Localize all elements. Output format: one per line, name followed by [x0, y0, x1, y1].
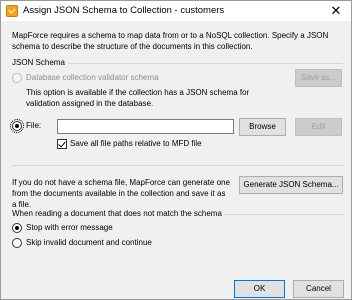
assign-json-schema-dialog: Assign JSON Schema to Collection - custo…: [0, 0, 352, 300]
cancel-button[interactable]: Cancel: [293, 280, 344, 298]
file-label: File:: [26, 121, 42, 130]
edit-button[interactable]: Edit: [295, 118, 342, 136]
generate-note: If you do not have a schema file, MapFor…: [12, 178, 230, 209]
mapforce-app-icon: [6, 5, 18, 17]
db-validator-note: This option is available if the collecti…: [26, 88, 250, 108]
dialog-title: Assign JSON Schema to Collection - custo…: [23, 5, 225, 16]
db-validator-label: Database collection validator schema: [26, 73, 159, 82]
stop-with-error-label: Stop with error message: [26, 223, 113, 232]
ok-button[interactable]: OK: [234, 280, 285, 298]
save-relative-paths-checkbox[interactable]: [57, 139, 67, 149]
generate-json-schema-button[interactable]: Generate JSON Schema...: [239, 176, 343, 194]
close-icon[interactable]: ✕: [321, 1, 351, 21]
skip-invalid-radio[interactable]: [12, 238, 22, 248]
save-relative-paths-label: Save all file paths relative to MFD file: [70, 139, 202, 148]
save-as-button[interactable]: Save as...: [295, 69, 342, 87]
json-schema-group-label: JSON Schema: [12, 58, 68, 67]
separator: [12, 165, 343, 166]
skip-invalid-label: Skip invalid document and continue: [26, 238, 152, 247]
file-radio[interactable]: [10, 119, 24, 133]
stop-with-error-radio[interactable]: [12, 223, 22, 233]
title-bar[interactable]: Assign JSON Schema to Collection - custo…: [1, 1, 351, 21]
dialog-description: MapForce requires a schema to map data f…: [12, 31, 329, 51]
mismatch-group-label: When reading a document that does not ma…: [12, 209, 225, 218]
file-path-input[interactable]: [57, 119, 234, 134]
db-validator-radio[interactable]: [12, 73, 22, 83]
browse-button[interactable]: Browse: [239, 118, 286, 136]
